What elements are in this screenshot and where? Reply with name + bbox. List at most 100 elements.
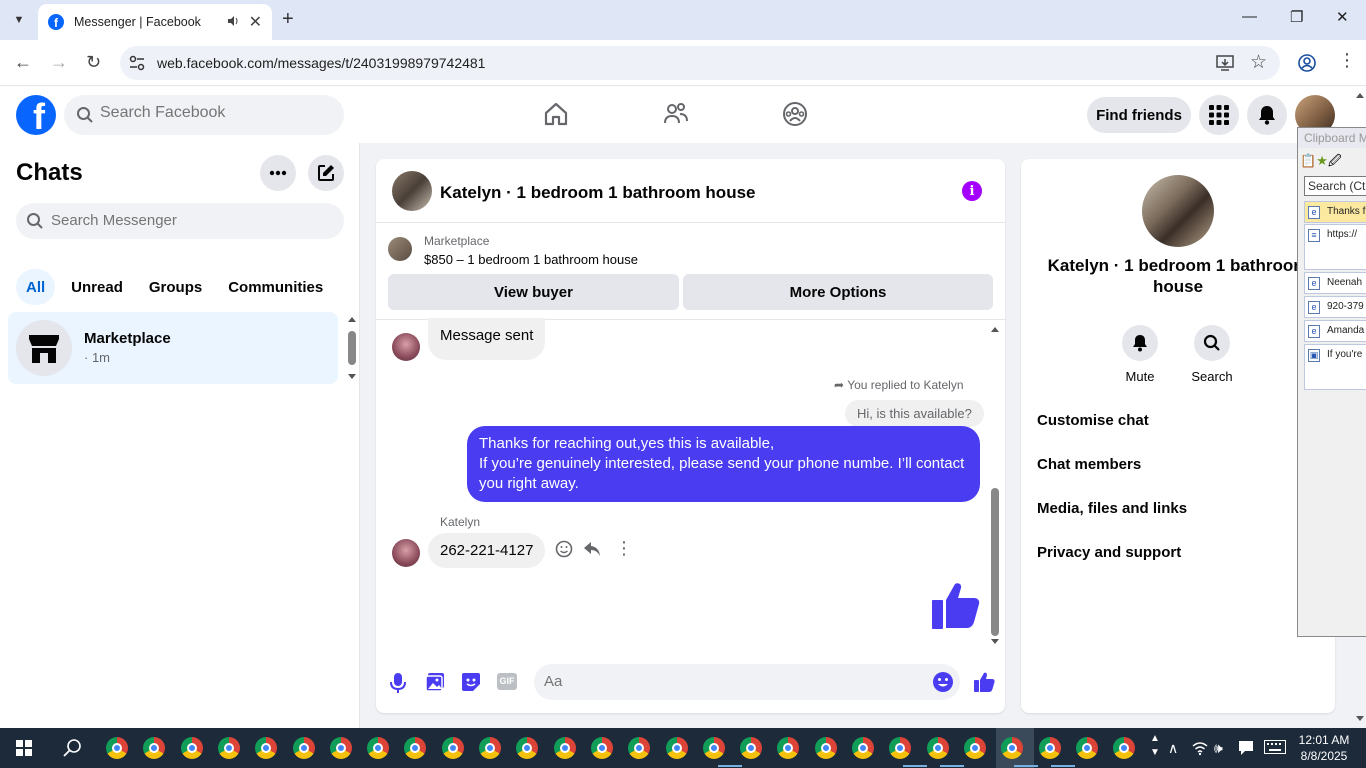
browser-menu-icon[interactable]: ⋮ — [1338, 50, 1356, 71]
attach-photo-icon[interactable] — [425, 672, 445, 692]
info-icon[interactable]: i — [962, 181, 982, 201]
bookmark-star-icon[interactable]: ☆ — [1250, 51, 1267, 74]
reply-icon[interactable] — [583, 541, 601, 557]
react-emoji-icon[interactable] — [555, 540, 573, 558]
messenger-search-input[interactable] — [51, 212, 331, 229]
chrome-window-icon[interactable] — [665, 737, 688, 759]
show-hidden-icons-icon[interactable]: ∧ — [1168, 740, 1178, 757]
chrome-window-icon[interactable] — [740, 737, 763, 759]
filter-unread[interactable]: Unread — [61, 269, 133, 305]
chrome-window-icon[interactable] — [777, 737, 800, 759]
chrome-window-icon[interactable] — [516, 737, 539, 759]
chrome-window-icon[interactable] — [1075, 737, 1098, 759]
edit-icon[interactable]: 🖉 — [1328, 153, 1342, 168]
taskbar-search-icon[interactable] — [62, 738, 82, 758]
microphone-icon[interactable] — [390, 672, 406, 694]
reload-icon[interactable]: ↻ — [86, 52, 101, 73]
facebook-search[interactable] — [64, 95, 344, 135]
profile-account-icon[interactable] — [1298, 54, 1316, 72]
chat-list-scrollbar[interactable] — [346, 315, 358, 381]
audio-playing-icon[interactable] — [226, 14, 240, 28]
taskbar-clock[interactable]: 12:01 AM 8/8/2025 — [1296, 732, 1352, 764]
groups-icon[interactable] — [782, 101, 808, 127]
message-sent-bubble[interactable]: Message sent — [428, 318, 546, 360]
chrome-window-icon[interactable] — [292, 737, 315, 759]
site-info-icon[interactable] — [128, 54, 146, 72]
notifications-button[interactable] — [1247, 95, 1287, 135]
restore-window-icon[interactable]: ❐ — [1290, 8, 1303, 26]
chrome-window-icon[interactable] — [106, 737, 128, 759]
chrome-window-icon[interactable] — [329, 737, 352, 759]
thumbs-up-sticker-icon[interactable] — [930, 580, 982, 630]
chats-options-button[interactable] — [260, 155, 296, 191]
minimize-window-icon[interactable]: — — [1242, 8, 1257, 25]
browser-tab-messenger[interactable]: f Messenger | Facebook ✕ — [38, 4, 272, 40]
conversation-scrollbar[interactable] — [990, 324, 1000, 646]
menu-grid-button[interactable] — [1199, 95, 1239, 135]
volume-icon[interactable]: 🕪 — [1214, 740, 1223, 757]
tab-close-icon[interactable]: ✕ — [249, 12, 262, 32]
windows-start-icon[interactable] — [16, 740, 32, 756]
phone-number-bubble[interactable]: 262-221-4127 — [428, 533, 546, 568]
sticker-icon[interactable] — [461, 672, 481, 692]
page-scrollbar[interactable] — [1354, 88, 1366, 728]
chrome-window-icon[interactable] — [628, 737, 651, 759]
search-in-conversation-button[interactable] — [1194, 325, 1230, 361]
chrome-window-icon[interactable] — [255, 737, 278, 759]
chrome-window-icon[interactable] — [441, 737, 464, 759]
info-avatar[interactable] — [1142, 175, 1214, 247]
chrome-window-icon[interactable] — [479, 737, 501, 759]
gif-icon[interactable]: GIF — [497, 673, 517, 690]
chrome-window-icon[interactable] — [889, 737, 912, 759]
chrome-window-icon[interactable] — [553, 737, 576, 759]
katelyn-avatar[interactable] — [392, 539, 420, 567]
quoted-message[interactable]: Hi, is this available? — [845, 400, 984, 427]
chat-list-item-marketplace[interactable]: Marketplace · 1m — [8, 312, 338, 384]
wifi-icon[interactable] — [1192, 740, 1208, 756]
mute-button[interactable] — [1122, 325, 1158, 361]
chrome-window-icon[interactable] — [1038, 737, 1061, 759]
friends-icon[interactable] — [663, 101, 689, 127]
chrome-window-icon[interactable] — [963, 737, 986, 759]
chrome-window-icon[interactable] — [367, 737, 390, 759]
keyboard-icon[interactable] — [1264, 740, 1286, 754]
facebook-logo-icon[interactable]: f — [16, 95, 56, 135]
chat-members-row[interactable]: Chat members ⌄ — [1037, 452, 1319, 476]
forward-arrow-icon[interactable]: → — [50, 52, 68, 73]
install-app-icon[interactable] — [1216, 54, 1234, 72]
message-more-icon[interactable]: ⋮ — [615, 538, 633, 559]
privacy-support-row[interactable]: Privacy and support ⌄ — [1037, 540, 1319, 564]
chrome-window-icon[interactable] — [143, 737, 166, 759]
more-options-button[interactable]: More Options — [683, 274, 993, 310]
send-like-icon[interactable] — [973, 671, 995, 693]
chrome-window-icon[interactable] — [180, 737, 203, 759]
filter-communities[interactable]: Communities — [218, 269, 333, 305]
conversation-avatar[interactable] — [392, 171, 432, 211]
taskbar-scroll-arrows-icon[interactable]: ▲ ▼ — [1150, 732, 1160, 760]
notifications-chat-icon[interactable] — [1238, 740, 1254, 756]
reply-message-bubble[interactable]: Thanks for reaching out,yes this is avai… — [467, 426, 980, 502]
messenger-search[interactable] — [16, 203, 344, 239]
filter-all[interactable]: All — [16, 269, 56, 305]
chrome-window-icon[interactable] — [926, 737, 949, 759]
address-bar[interactable]: web.facebook.com/messages/t/240319989797… — [120, 46, 1280, 80]
new-message-button[interactable] — [308, 155, 344, 191]
media-files-links-row[interactable]: Media, files and links ⌄ — [1037, 496, 1319, 520]
paste-icon[interactable]: 📋 — [1300, 153, 1316, 168]
chrome-window-icon[interactable] — [852, 737, 874, 759]
customise-chat-row[interactable]: Customise chat ⌄ — [1037, 408, 1319, 432]
tab-search-dropdown-icon[interactable]: ▼ — [6, 8, 32, 32]
chrome-window-icon[interactable] — [702, 737, 725, 759]
favorite-star-icon[interactable]: ★ — [1316, 153, 1328, 168]
find-friends-button[interactable]: Find friends — [1087, 97, 1191, 133]
view-buyer-button[interactable]: View buyer — [388, 274, 679, 310]
message-input[interactable] — [544, 673, 904, 690]
listing-price-title[interactable]: $850 – 1 bedroom 1 bathroom house — [424, 252, 638, 267]
new-tab-icon[interactable]: + — [282, 8, 294, 31]
katelyn-avatar[interactable] — [392, 333, 420, 361]
facebook-search-input[interactable] — [100, 104, 330, 122]
home-icon[interactable] — [543, 101, 569, 127]
conversation-title[interactable]: Katelyn · 1 bedroom 1 bathroom house — [440, 183, 756, 203]
chrome-window-icon[interactable] — [814, 737, 837, 759]
filter-groups[interactable]: Groups — [139, 269, 212, 305]
